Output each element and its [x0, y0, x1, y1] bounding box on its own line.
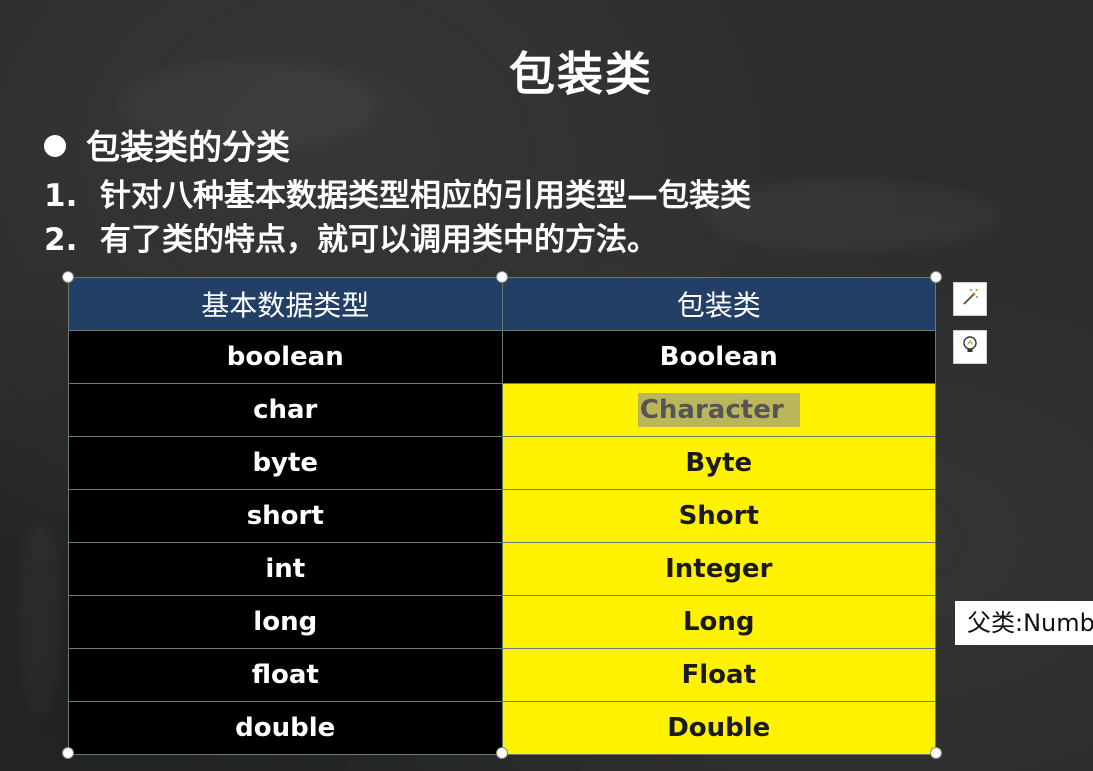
primitive-cell: short [68, 489, 503, 543]
line-number: 1. [44, 178, 78, 214]
bullet-heading: 包装类的分类 [44, 120, 290, 169]
numbered-line-2: 2. 有了类的特点，就可以调用类中的方法。 [44, 214, 658, 259]
background-smudge [20, 520, 60, 720]
numbered-line-1: 1. 针对八种基本数据类型相应的引用类型—包装类 [44, 170, 751, 215]
wrapper-cell: Short [501, 489, 936, 543]
primitive-cell: float [68, 648, 503, 702]
line-number: 2. [44, 222, 78, 258]
primitive-cell: char [68, 383, 503, 437]
table-header-row: 基本数据类型 包装类 [68, 277, 936, 331]
resize-handle-bottom-center[interactable] [496, 747, 508, 759]
wrapper-cell: Long [501, 595, 936, 649]
wrapper-cell: Integer [501, 542, 936, 596]
primitive-cell: int [68, 542, 503, 596]
table: 基本数据类型 包装类 boolean Boolean char Characte… [68, 277, 936, 755]
table-row: short Short [68, 489, 936, 543]
wrapper-cell: Double [501, 701, 936, 755]
line-text: 针对八种基本数据类型相应的引用类型—包装类 [100, 178, 751, 214]
table-row: int Integer [68, 542, 936, 596]
line-text: 有了类的特点，就可以调用类中的方法。 [100, 222, 658, 258]
wrapper-cell: Character [501, 383, 936, 437]
wrapper-cell: Boolean [501, 330, 936, 384]
resize-handle-bottom-right[interactable] [930, 747, 942, 759]
table-row: char Character [68, 383, 936, 437]
primitive-cell: byte [68, 436, 503, 490]
note-textbox[interactable]: 父类:Numb [955, 601, 1093, 645]
primitive-cell: double [68, 701, 503, 755]
wrapper-class-table[interactable]: 基本数据类型 包装类 boolean Boolean char Characte… [68, 277, 936, 755]
primitive-cell: boolean [68, 330, 503, 384]
design-ideas-button[interactable] [953, 282, 987, 316]
table-row: long Long [68, 595, 936, 649]
table-row: byte Byte [68, 436, 936, 490]
table-row: boolean Boolean [68, 330, 936, 384]
wrapper-cell: Byte [501, 436, 936, 490]
wrapper-cell: Float [501, 648, 936, 702]
lightbulb-icon [960, 335, 980, 359]
magic-wand-icon [960, 287, 980, 311]
resize-handle-top-right[interactable] [930, 271, 942, 283]
slide-title: 包装类 [509, 47, 653, 101]
table-row: float Float [68, 648, 936, 702]
header-primitive-type: 基本数据类型 [68, 277, 503, 331]
primitive-cell: long [68, 595, 503, 649]
bullet-heading-text: 包装类的分类 [86, 128, 290, 168]
resize-handle-bottom-left[interactable] [62, 747, 74, 759]
resize-handle-top-left[interactable] [62, 271, 74, 283]
ideas-button[interactable] [953, 330, 987, 364]
header-wrapper-class: 包装类 [501, 277, 936, 331]
selected-text-highlight[interactable]: Character [637, 393, 800, 427]
bullet-dot-icon [44, 134, 66, 157]
resize-handle-top-center[interactable] [496, 271, 508, 283]
